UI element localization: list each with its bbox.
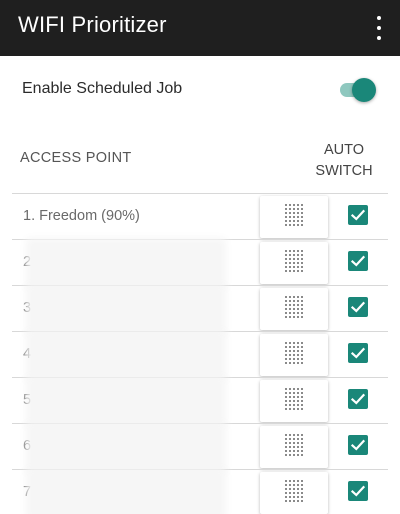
- drag-handle[interactable]: [260, 196, 328, 238]
- network-label: 1. Freedom (90%): [23, 208, 140, 224]
- auto-switch-checkbox[interactable]: [348, 481, 368, 501]
- auto-switch-checkbox[interactable]: [348, 389, 368, 409]
- redacted-ssid: [32, 428, 220, 468]
- redacted-ssid: [32, 474, 220, 514]
- auto-switch-checkbox[interactable]: [348, 343, 368, 363]
- scheduled-job-row: Enable Scheduled Job: [0, 66, 400, 114]
- app-bar: WIFI Prioritizer: [0, 0, 400, 56]
- scheduled-job-label: Enable Scheduled Job: [22, 80, 183, 97]
- more-vert-icon[interactable]: [372, 14, 386, 42]
- drag-handle[interactable]: [260, 380, 328, 422]
- drag-handle[interactable]: [260, 426, 328, 468]
- network-row[interactable]: 1. Freedom (90%): [12, 193, 388, 239]
- network-row[interactable]: 7.: [12, 469, 388, 514]
- drag-grip-icon: [285, 433, 303, 461]
- auto-switch-header-line2: SWITCH: [315, 163, 373, 179]
- drag-handle[interactable]: [260, 242, 328, 284]
- drag-handle[interactable]: [260, 334, 328, 376]
- network-row[interactable]: 4.: [12, 331, 388, 377]
- toggle-thumb: [352, 78, 376, 102]
- app-title: WIFI Prioritizer: [18, 12, 167, 37]
- redacted-ssid: [32, 244, 220, 284]
- drag-grip-icon: [285, 341, 303, 369]
- auto-switch-header-line1: AUTO: [323, 142, 365, 158]
- drag-grip-icon: [285, 249, 303, 277]
- scheduled-job-toggle[interactable]: [338, 78, 376, 102]
- drag-grip-icon: [285, 387, 303, 415]
- drag-grip-icon: [285, 203, 303, 231]
- redacted-ssid: [32, 382, 220, 422]
- auto-switch-header: AUTO SWITCH: [300, 140, 388, 182]
- network-row[interactable]: 2.: [12, 239, 388, 285]
- drag-handle[interactable]: [260, 472, 328, 514]
- drag-grip-icon: [285, 295, 303, 323]
- network-row[interactable]: 5.: [12, 377, 388, 423]
- drag-handle[interactable]: [260, 288, 328, 330]
- access-point-header: ACCESS POINT: [20, 150, 132, 166]
- auto-switch-checkbox[interactable]: [348, 435, 368, 455]
- network-row[interactable]: 3.: [12, 285, 388, 331]
- redacted-ssid: [32, 336, 220, 376]
- auto-switch-checkbox[interactable]: [348, 251, 368, 271]
- drag-grip-icon: [285, 479, 303, 507]
- auto-switch-checkbox[interactable]: [348, 205, 368, 225]
- network-list: 1. Freedom (90%) 2. 3. 4. 5. 6. 7.: [12, 193, 388, 514]
- network-row[interactable]: 6.: [12, 423, 388, 469]
- auto-switch-checkbox[interactable]: [348, 297, 368, 317]
- redacted-ssid: [32, 290, 220, 330]
